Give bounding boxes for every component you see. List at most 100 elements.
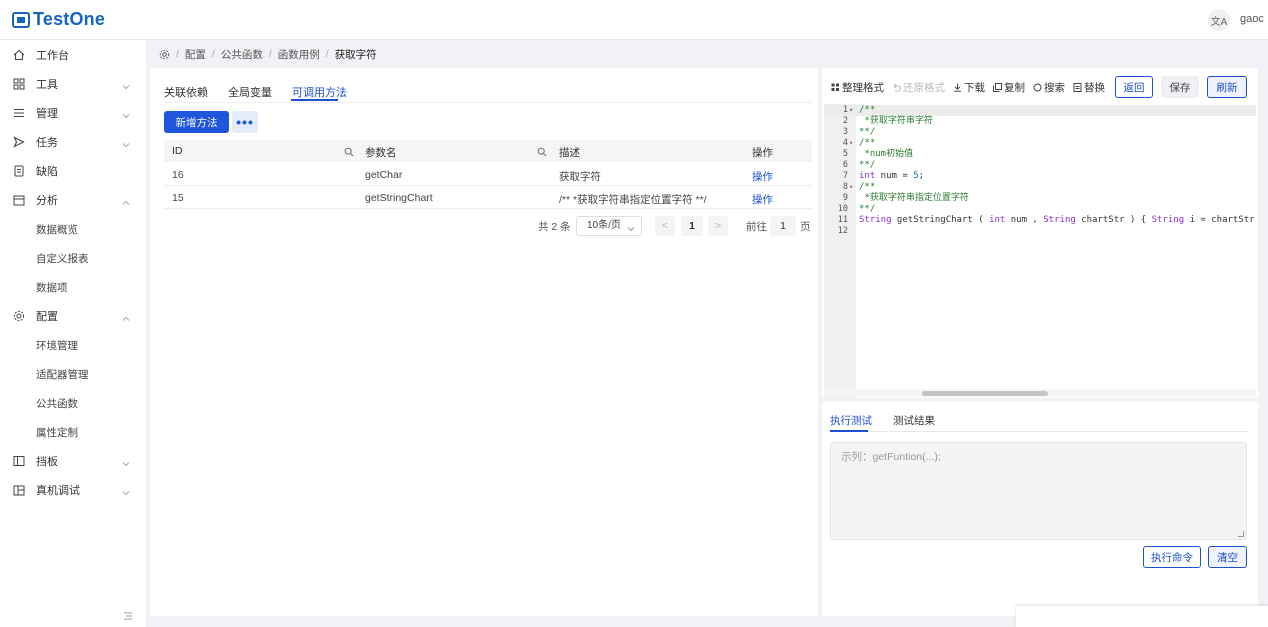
user-name[interactable]: gaoc	[1240, 13, 1264, 25]
sidebar-item-label: 缺陷	[36, 166, 58, 178]
breadcrumb-current: 获取字符	[334, 48, 377, 61]
sidebar-item-manage[interactable]: 管理	[0, 100, 146, 126]
logo[interactable]: TestOne	[12, 9, 105, 30]
gear-icon[interactable]	[159, 49, 170, 60]
editor-toolbar: 整理格式 还原格式 下载 复制 搜索 替换	[830, 78, 1112, 96]
line-number: 4	[842, 138, 848, 148]
language-icon[interactable]: 文A	[1208, 9, 1230, 31]
breadcrumb-separator: /	[325, 48, 329, 60]
line-number: 5	[842, 149, 848, 159]
code-text: *num初始值	[859, 149, 914, 159]
tab-dependencies[interactable]: 关联依赖	[164, 84, 208, 100]
current-page[interactable]: 1	[681, 216, 703, 236]
table-row[interactable]: 16 getChar 获取字符 操作	[164, 163, 812, 186]
grid-icon	[830, 82, 840, 92]
table-header: ID 参数名 描述 操作	[164, 140, 812, 162]
save-button[interactable]: 保存	[1161, 76, 1199, 98]
copy-icon	[992, 82, 1002, 92]
fold-arrow-icon[interactable]: ▾	[849, 182, 853, 193]
command-placeholder: 示列：getFuntion(...);	[841, 451, 941, 463]
top-header: TestOne 文A gaoc	[0, 0, 1268, 40]
add-method-button[interactable]: 新增方法	[164, 111, 229, 133]
table-row[interactable]: 15 getStringChart /** *获取字符串指定位置字符 **/ 操…	[164, 186, 812, 209]
collapse-sidebar-icon[interactable]	[122, 610, 134, 622]
sidebar-item-label: 任务	[36, 137, 58, 149]
sidebar-item-public-functions[interactable]: 公共函数	[0, 390, 146, 416]
tab-test-result[interactable]: 测试结果	[893, 413, 935, 428]
breadcrumb-item[interactable]: 函数用例	[278, 47, 320, 62]
command-input[interactable]: 示列：getFuntion(...);	[830, 442, 1247, 540]
sidebar-item-label: 分析	[36, 195, 58, 207]
cell-description: 获取字符	[559, 171, 601, 183]
horizontal-scrollbar[interactable]	[824, 389, 1256, 397]
back-button[interactable]: 返回	[1115, 76, 1153, 98]
sidebar-item-label: 属性定制	[36, 426, 78, 439]
search-icon[interactable]	[537, 146, 547, 157]
code-editor[interactable]: 1 ▾/** 2 *获取字符串字符 3 **/4 ▾/** 5 *num初始值 6 **/7 in…	[824, 104, 1256, 398]
pagination: 共 2 条 10条/页 < 1 > 前往 1 页	[150, 216, 818, 236]
clear-button[interactable]: 清空	[1208, 546, 1247, 568]
line-number: 6	[842, 160, 848, 170]
sidebar-item-task[interactable]: 任务	[0, 129, 146, 155]
resize-handle-icon[interactable]	[1238, 531, 1244, 537]
sidebar-item-device-debug[interactable]: 真机调试	[0, 477, 146, 503]
sidebar-item-custom-report[interactable]: 自定义报表	[0, 245, 146, 271]
format-button[interactable]: 整理格式	[830, 80, 884, 95]
more-actions-button[interactable]: •••	[232, 111, 258, 133]
sidebar-item-env[interactable]: 环境管理	[0, 332, 146, 358]
download-icon	[952, 82, 962, 92]
tab-global-variables[interactable]: 全局变量	[228, 84, 272, 100]
search-icon[interactable]	[344, 146, 354, 157]
breadcrumb-separator: /	[268, 48, 272, 60]
chevron-down-icon	[122, 486, 130, 496]
next-page-button[interactable]: >	[708, 216, 728, 236]
sidebar-item-label: 自定义报表	[36, 252, 89, 265]
gear-icon	[12, 309, 26, 323]
code-text: *获取字符串指定位置字符	[859, 193, 969, 203]
chevron-up-icon	[122, 312, 130, 321]
code-text: /**	[859, 182, 876, 192]
panel-separator	[822, 398, 1258, 402]
code-text: /**	[859, 105, 876, 115]
sidebar-item-analysis[interactable]: 分析	[0, 187, 146, 213]
sidebar-item-attributes[interactable]: 属性定制	[0, 419, 146, 445]
tab-callable-methods[interactable]: 可调用方法	[292, 84, 347, 100]
tab-run-test[interactable]: 执行测试	[830, 413, 872, 428]
app-name: TestOne	[33, 9, 106, 29]
scrollbar-thumb[interactable]	[922, 391, 1048, 396]
sidebar-item-workbench[interactable]: 工作台	[0, 42, 146, 68]
sidebar-item-data-overview[interactable]: 数据概览	[0, 216, 146, 242]
refresh-button[interactable]: 刷新	[1207, 76, 1247, 98]
search-button[interactable]: 搜索	[1032, 80, 1065, 95]
sidebar-item-data-items[interactable]: 数据项	[0, 274, 146, 300]
chevron-up-icon	[122, 196, 130, 205]
fold-arrow-icon[interactable]: ▾	[849, 138, 853, 149]
page-size-select[interactable]: 10条/页	[576, 216, 642, 236]
sidebar-item-label: 数据项	[36, 281, 68, 294]
fold-arrow-icon[interactable]: ▾	[849, 105, 853, 116]
search-icon	[1032, 82, 1042, 92]
sidebar-item-defect[interactable]: 缺陷	[0, 158, 146, 184]
column-id: ID	[172, 145, 183, 157]
sidebar-item-mock[interactable]: 挡板	[0, 448, 146, 474]
cell-id: 16	[172, 169, 184, 181]
restore-format-button[interactable]: 还原格式	[891, 80, 945, 95]
sidebar-item-config[interactable]: 配置	[0, 303, 146, 329]
row-action-link[interactable]: 操作	[752, 192, 773, 207]
line-number: 1	[842, 105, 848, 115]
sidebar-item-tools[interactable]: 工具	[0, 71, 146, 97]
sidebar-item-adapter[interactable]: 适配器管理	[0, 361, 146, 387]
download-label: 下载	[964, 81, 985, 94]
replace-button[interactable]: 替换	[1072, 80, 1105, 95]
breadcrumb-item[interactable]: 公共函数	[221, 47, 263, 62]
breadcrumb-item[interactable]: 配置	[185, 47, 206, 62]
download-button[interactable]: 下载	[952, 80, 985, 95]
prev-page-button[interactable]: <	[655, 216, 675, 236]
row-action-link[interactable]: 操作	[752, 169, 773, 184]
sidebar-item-label: 工具	[36, 79, 58, 91]
goto-page-input[interactable]: 1	[770, 216, 796, 236]
copy-label: 复制	[1004, 81, 1025, 94]
sidebar: 工作台 工具 管理 任务 缺陷 分析 数据概览 自定义报表 数据项 配置 环境管…	[0, 40, 146, 627]
execute-command-button[interactable]: 执行命令	[1143, 546, 1201, 568]
copy-button[interactable]: 复制	[992, 80, 1025, 95]
